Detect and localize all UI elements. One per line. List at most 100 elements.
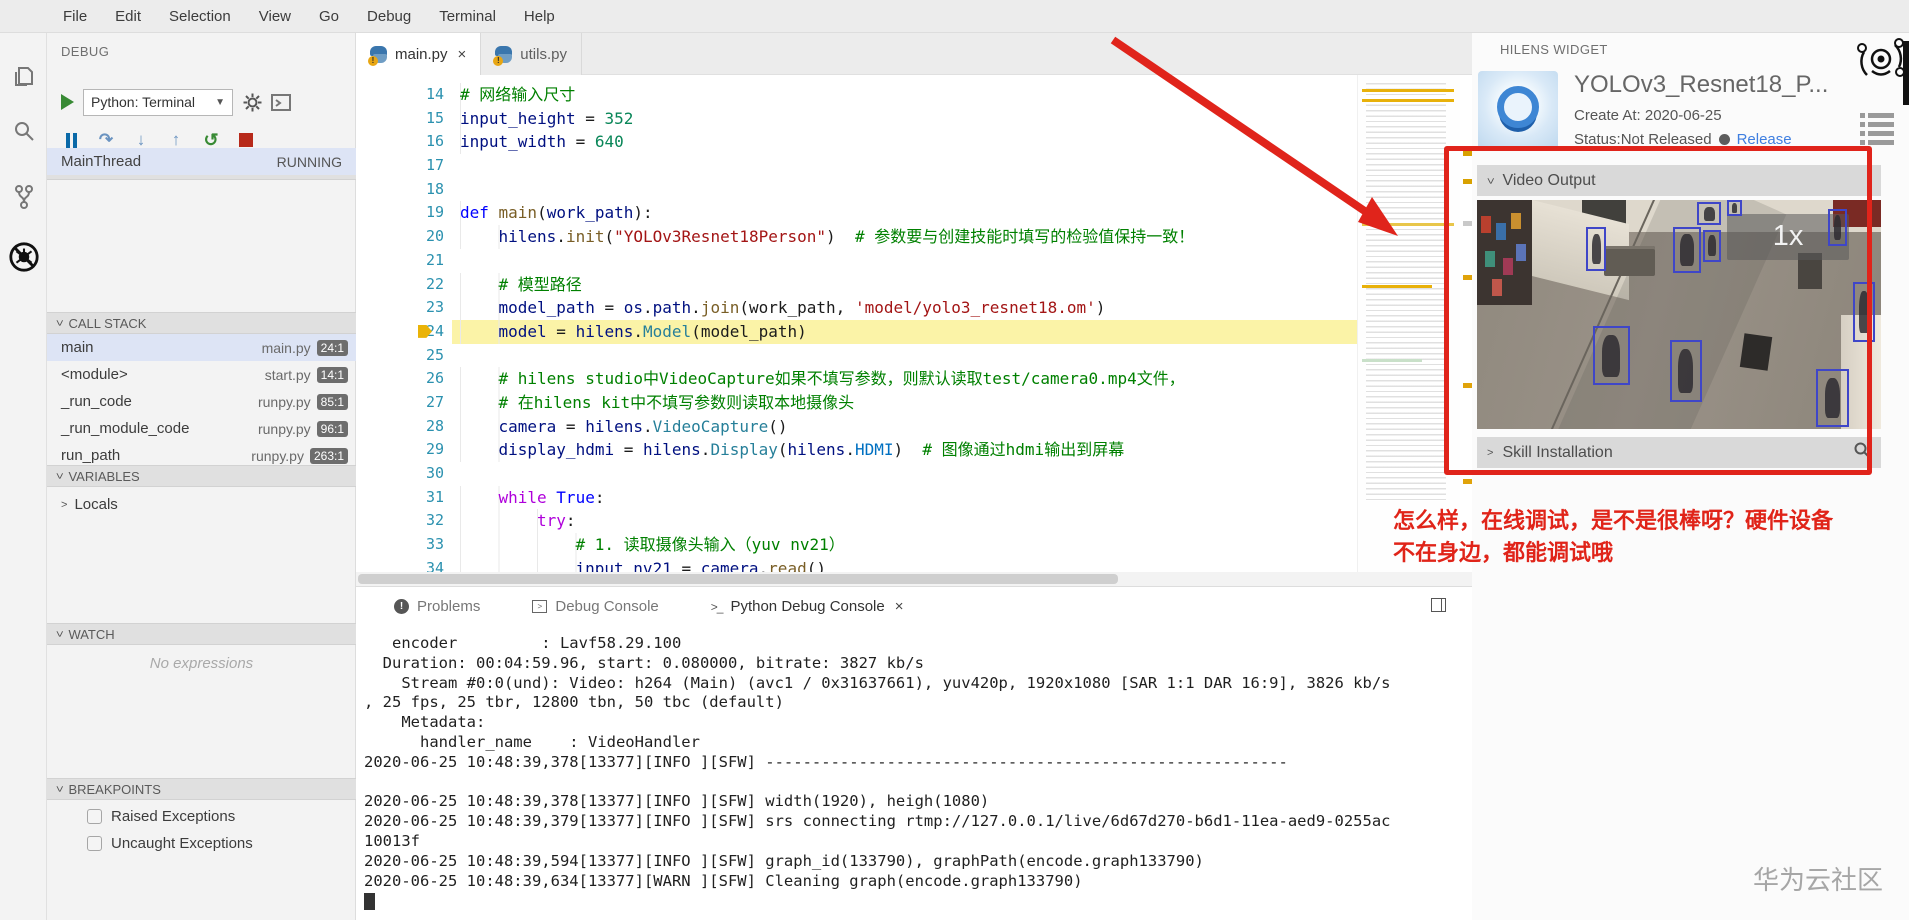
code-line-19[interactable]: 19 def main(work_path): xyxy=(356,201,1357,226)
line-number[interactable]: 23 xyxy=(356,296,444,320)
line-number[interactable]: 21 xyxy=(356,249,444,273)
restart-button[interactable]: ↺ xyxy=(201,130,221,150)
menu-item-edit[interactable]: Edit xyxy=(105,4,151,29)
code-line-16[interactable]: 16 input_width = 640 xyxy=(356,130,1357,155)
code-line-31[interactable]: 31 while True: xyxy=(356,485,1357,510)
checkbox[interactable] xyxy=(87,809,102,824)
line-number[interactable]: 26 xyxy=(356,367,444,391)
code-line-32[interactable]: 32 try: xyxy=(356,509,1357,534)
horizontal-scrollbar[interactable] xyxy=(356,572,1472,586)
line-number[interactable]: 27 xyxy=(356,391,444,415)
stop-button[interactable] xyxy=(236,130,256,150)
line-number[interactable]: 22 xyxy=(356,273,444,297)
menu-item-selection[interactable]: Selection xyxy=(159,4,241,29)
panel-layout-icon[interactable] xyxy=(1431,598,1446,612)
line-number[interactable]: 33 xyxy=(356,533,444,557)
menu-item-terminal[interactable]: Terminal xyxy=(429,4,506,29)
step-into-button[interactable]: ↓ xyxy=(131,130,151,150)
code-line-25[interactable]: 25 xyxy=(356,344,1357,368)
breakpoint-row[interactable]: Uncaught Exceptions xyxy=(47,830,356,857)
code-line-24[interactable]: 24 model = hilens.Model(model_path) xyxy=(356,319,1357,344)
gear-icon[interactable] xyxy=(242,92,262,112)
call-stack-section-header[interactable]: > CALL STACK xyxy=(47,312,356,334)
line-number[interactable]: 25 xyxy=(356,344,444,368)
line-number[interactable]: 34 xyxy=(356,557,444,572)
line-number[interactable]: 31 xyxy=(356,486,444,510)
menu-item-view[interactable]: View xyxy=(249,4,301,29)
open-console-icon[interactable] xyxy=(271,92,291,112)
code-editor[interactable]: 14 # 网络输入尺寸 15 input_height = 352 16 input_wi… xyxy=(356,75,1472,572)
debug-disabled-icon[interactable] xyxy=(8,241,40,273)
files-icon[interactable] xyxy=(8,61,40,93)
code-line-34[interactable]: 34 input_nv21 = camera.read() xyxy=(356,556,1357,572)
variables-section-header[interactable]: > VARIABLES xyxy=(47,465,356,487)
code-line-21[interactable]: 21 xyxy=(356,249,1357,273)
code-line-33[interactable]: 33 # 1. 读取摄像头输入（yuv nv21） xyxy=(356,533,1357,557)
line-number[interactable]: 32 xyxy=(356,509,444,533)
panel-tab-python-debug-console[interactable]: >_ Python Debug Console × xyxy=(711,598,904,615)
code-line-27[interactable]: 27 # 在hilens kit中不填写参数则读取本地摄像头 xyxy=(356,390,1357,415)
call-stack-frame[interactable]: _run_code runpy.py 85:1 xyxy=(47,388,356,415)
console-output[interactable]: encoder : Lavf58.29.100 Duration: 00:04:… xyxy=(364,634,1464,911)
line-number[interactable]: 19 xyxy=(356,201,444,225)
line-number[interactable]: 20 xyxy=(356,225,444,249)
code-line-23[interactable]: 23 model_path = os.path.join(work_path, '… xyxy=(356,296,1357,320)
thread-row[interactable]: MainThread RUNNING xyxy=(47,148,356,175)
code-line-14[interactable]: 14 # 网络输入尺寸 xyxy=(356,83,1357,107)
webcam-icon[interactable] xyxy=(1855,35,1907,92)
line-number[interactable]: 29 xyxy=(356,438,444,462)
video-output-section-header[interactable]: > Video Output xyxy=(1477,165,1881,196)
call-stack-frame[interactable]: _run_module_code runpy.py 96:1 xyxy=(47,415,356,442)
debug-config-dropdown[interactable]: Python: Terminal ▼ xyxy=(83,88,233,116)
breakpoints-section-header[interactable]: > BREAKPOINTS xyxy=(47,778,356,800)
watch-section-header[interactable]: > WATCH xyxy=(47,623,356,645)
panel-tab-debug-console[interactable]: > Debug Console xyxy=(532,598,659,615)
line-number[interactable]: 18 xyxy=(356,178,444,202)
release-link[interactable]: Release xyxy=(1737,131,1792,148)
line-number[interactable]: 30 xyxy=(356,462,444,486)
list-icon[interactable] xyxy=(1860,111,1894,154)
video-output-frame[interactable]: 1x xyxy=(1477,200,1881,429)
start-debug-button[interactable] xyxy=(61,94,74,110)
code-line-30[interactable]: 30 xyxy=(356,462,1357,486)
line-number[interactable]: 24 xyxy=(356,320,444,344)
code-line-20[interactable]: 20 hilens.init("YOLOv3Resnet18Person") # … xyxy=(356,225,1357,249)
minimap[interactable] xyxy=(1357,75,1460,572)
tab-main.py[interactable]: ! main.py × xyxy=(356,33,482,75)
line-number[interactable]: 15 xyxy=(356,107,444,131)
step-out-button[interactable]: ↑ xyxy=(166,130,186,150)
search-icon[interactable] xyxy=(8,115,40,147)
close-icon[interactable]: × xyxy=(895,598,904,615)
menu-item-debug[interactable]: Debug xyxy=(357,4,421,29)
menu-item-file[interactable]: File xyxy=(53,4,97,29)
skill-installation-section-header[interactable]: > Skill Installation xyxy=(1477,437,1881,468)
magnifier-icon[interactable] xyxy=(1853,441,1871,464)
line-number[interactable]: 17 xyxy=(356,154,444,178)
menu-item-help[interactable]: Help xyxy=(514,4,565,29)
variables-locals-item[interactable]: > Locals xyxy=(61,496,118,513)
panel-tab-problems[interactable]: ! Problems xyxy=(394,598,480,615)
line-number[interactable]: 14 xyxy=(356,83,444,107)
code-line-29[interactable]: 29 display_hdmi = hilens.Display(hilens.H… xyxy=(356,438,1357,463)
line-number[interactable]: 16 xyxy=(356,130,444,154)
breakpoint-row[interactable]: Raised Exceptions xyxy=(47,803,356,830)
menu-item-go[interactable]: Go xyxy=(309,4,349,29)
call-stack-frame[interactable]: <module> start.py 14:1 xyxy=(47,361,356,388)
pause-button[interactable] xyxy=(61,130,81,150)
code-line-18[interactable]: 18 xyxy=(356,178,1357,202)
source-control-icon[interactable] xyxy=(8,181,40,213)
panel-scrollbar[interactable] xyxy=(1903,41,1909,105)
checkbox[interactable] xyxy=(87,836,102,851)
code-line-26[interactable]: 26 # hilens studio中VideoCapture如果不填写参数，则默… xyxy=(356,367,1357,391)
call-stack-frame[interactable]: main main.py 24:1 xyxy=(47,334,356,361)
tab-utils.py[interactable]: ! utils.py xyxy=(481,33,582,75)
code-line-15[interactable]: 15 input_height = 352 xyxy=(356,106,1357,131)
line-number[interactable]: 28 xyxy=(356,415,444,439)
code-line-22[interactable]: 22 # 模型路径 xyxy=(356,272,1357,297)
close-icon[interactable]: × xyxy=(458,46,467,63)
code-line-17[interactable]: 17 xyxy=(356,154,1357,178)
code-line-28[interactable]: 28 camera = hilens.VideoCapture() xyxy=(356,414,1357,439)
call-stack-frame[interactable]: run_path runpy.py 263:1 xyxy=(47,442,356,464)
step-over-button[interactable]: ↷ xyxy=(96,130,116,150)
